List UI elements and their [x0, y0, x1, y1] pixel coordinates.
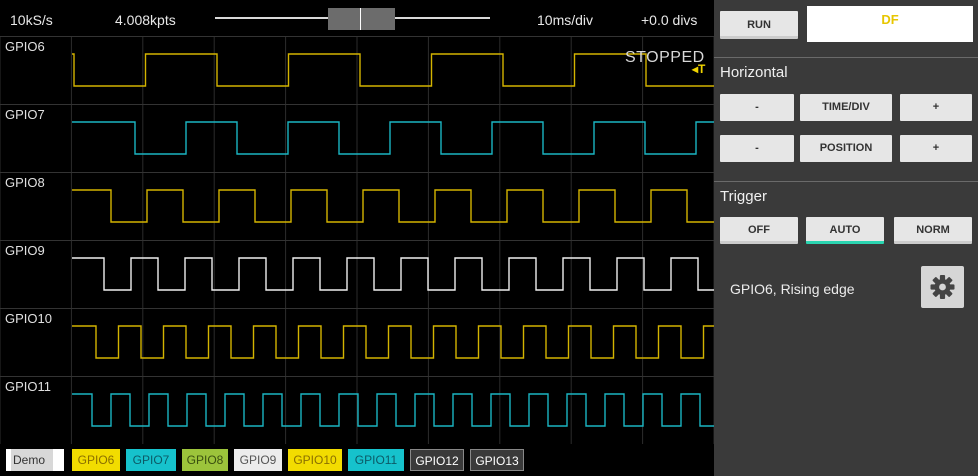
timediv-label-button[interactable]: TIME/DIV: [800, 94, 892, 121]
demo-button[interactable]: Demo: [6, 449, 64, 471]
trigger-settings-button[interactable]: [921, 266, 964, 308]
waveform-gpio10: [72, 325, 714, 359]
horizontal-section-title: Horizontal: [720, 64, 788, 81]
channel-label-gpio10: GPIO10: [5, 311, 52, 326]
waveform-gpio6: [72, 53, 714, 87]
channel-chip-gpio12[interactable]: GPIO12: [410, 449, 464, 471]
time-per-div: 10ms/div: [537, 12, 594, 28]
position-decrease-button[interactable]: -: [720, 135, 794, 162]
demo-label: Demo: [11, 449, 53, 471]
trigger-mode-auto-button[interactable]: AUTO: [806, 217, 884, 244]
scope-view: 10kS/s 4.008kpts 10ms/div +0.0 divs GPIO…: [0, 0, 714, 476]
position-increase-button[interactable]: +: [900, 135, 972, 162]
slider-center-mark: [360, 8, 361, 30]
channel-chip-gpio10[interactable]: GPIO10: [288, 449, 342, 471]
trigger-description: GPIO6, Rising edge: [730, 281, 855, 297]
timediv-increase-button[interactable]: +: [900, 94, 972, 121]
waveform-gpio11: [72, 393, 714, 427]
points-count: 4.008kpts: [115, 12, 176, 28]
waveform-gpio8: [72, 189, 714, 223]
timediv-decrease-button[interactable]: -: [720, 94, 794, 121]
divider: [714, 181, 978, 182]
waveform-gpio7: [72, 121, 714, 155]
trigger-mode-norm-button[interactable]: NORM: [894, 217, 972, 244]
waveform-gpio9: [72, 257, 714, 291]
horizontal-position: +0.0 divs: [641, 12, 698, 28]
divider: [714, 57, 978, 58]
position-label-button[interactable]: POSITION: [800, 135, 892, 162]
channel-label-gpio7: GPIO7: [5, 107, 45, 122]
channel-chip-gpio6[interactable]: GPIO6: [72, 449, 120, 471]
trigger-section-title: Trigger: [720, 188, 767, 205]
channel-chip-gpio11[interactable]: GPIO11: [348, 449, 404, 471]
channel-chip-gpio8[interactable]: GPIO8: [182, 449, 228, 471]
waveform-plot[interactable]: [0, 36, 714, 444]
channel-label-gpio9: GPIO9: [5, 243, 45, 258]
channel-label-gpio6: GPIO6: [5, 39, 45, 54]
position-slider-thumb[interactable]: [328, 8, 395, 30]
gear-icon: [930, 275, 955, 299]
channel-chip-gpio13[interactable]: GPIO13: [470, 449, 524, 471]
channel-chip-gpio7[interactable]: GPIO7: [126, 449, 176, 471]
control-panel: RUN DF Horizontal - TIME/DIV + - POSITIO…: [714, 0, 978, 476]
sample-rate: 10kS/s: [10, 12, 53, 28]
channel-chip-gpio9[interactable]: GPIO9: [234, 449, 282, 471]
channel-label-gpio11: GPIO11: [5, 379, 52, 394]
run-button[interactable]: RUN: [720, 11, 798, 39]
trigger-mode-off-button[interactable]: OFF: [720, 217, 798, 244]
channel-bar: Demo GPIO6 GPIO7 GPIO8 GPIO9 GPIO10 GPIO11 GPI…: [0, 446, 714, 476]
brand-logo: DF: [807, 6, 973, 42]
trigger-marker-icon[interactable]: ◂T: [692, 62, 705, 76]
channel-label-gpio8: GPIO8: [5, 175, 45, 190]
